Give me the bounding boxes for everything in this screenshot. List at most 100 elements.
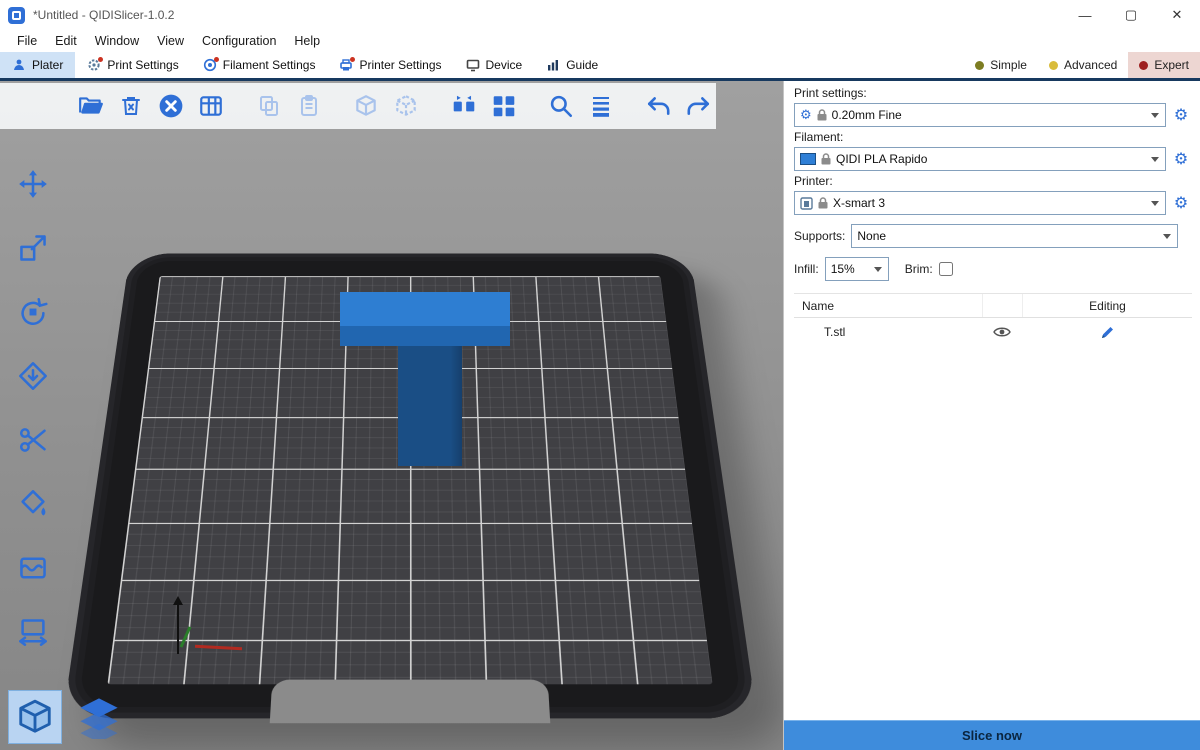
filament-color-swatch bbox=[800, 153, 816, 165]
toolbar-separator bbox=[331, 106, 344, 107]
place-on-face-icon bbox=[18, 361, 48, 391]
open-folder-icon bbox=[78, 93, 104, 119]
menu-view[interactable]: View bbox=[148, 34, 193, 48]
print-settings-combo[interactable]: ⚙ 0.20mm Fine bbox=[794, 103, 1166, 127]
object-list: Name Editing T.stl bbox=[794, 293, 1192, 714]
toolbar-separator bbox=[429, 106, 442, 107]
toolbar-separator bbox=[526, 106, 539, 107]
dropdown-caret-icon bbox=[1151, 113, 1159, 122]
supports-label: Supports: bbox=[794, 229, 845, 243]
import-file-button[interactable] bbox=[74, 87, 109, 125]
menu-file[interactable]: File bbox=[8, 34, 46, 48]
modified-dot-icon bbox=[214, 57, 219, 62]
remove-instance-button[interactable] bbox=[389, 87, 424, 125]
supports-value: None bbox=[857, 229, 886, 243]
tab-label: Device bbox=[486, 58, 523, 72]
search-button[interactable] bbox=[544, 87, 579, 125]
tab-label: Printer Settings bbox=[359, 58, 441, 72]
window-title: *Untitled - QIDISlicer-1.0.2 bbox=[33, 8, 174, 22]
tab-printer-settings[interactable]: Printer Settings bbox=[327, 52, 453, 78]
printer-combo[interactable]: X-smart 3 bbox=[794, 191, 1166, 215]
minimize-button[interactable]: — bbox=[1062, 0, 1108, 30]
object-list-header: Name Editing bbox=[794, 294, 1192, 318]
scissors-icon bbox=[18, 425, 48, 455]
viewport-3d[interactable] bbox=[0, 81, 784, 750]
menu-help[interactable]: Help bbox=[285, 34, 329, 48]
menu-edit[interactable]: Edit bbox=[46, 34, 86, 48]
scale-tool-button[interactable] bbox=[8, 225, 58, 270]
mode-advanced[interactable]: Advanced bbox=[1038, 52, 1128, 78]
infill-value: 15% bbox=[831, 262, 855, 276]
add-instance-cube-icon bbox=[353, 93, 379, 119]
tab-plater[interactable]: Plater bbox=[0, 52, 75, 78]
edit-filament-button[interactable]: ⚙ bbox=[1170, 151, 1192, 167]
undo-button[interactable] bbox=[641, 87, 676, 125]
tab-label: Guide bbox=[566, 58, 598, 72]
copy-button[interactable] bbox=[251, 87, 286, 125]
add-instance-button[interactable] bbox=[349, 87, 384, 125]
supports-combo[interactable]: None bbox=[851, 224, 1178, 248]
mode-simple[interactable]: Simple bbox=[964, 52, 1038, 78]
brim-label: Brim: bbox=[905, 262, 933, 276]
tab-print-settings[interactable]: Print Settings bbox=[75, 52, 190, 78]
move-tool-button[interactable] bbox=[8, 161, 58, 206]
simple-mode-dot-icon bbox=[975, 61, 984, 70]
tab-guide[interactable]: Guide bbox=[534, 52, 610, 78]
delete-all-button[interactable] bbox=[154, 87, 189, 125]
visibility-toggle[interactable] bbox=[982, 318, 1022, 346]
object-editing-button[interactable] bbox=[1022, 318, 1192, 346]
place-on-face-tool-button[interactable] bbox=[8, 353, 58, 398]
dropdown-caret-icon bbox=[874, 267, 882, 276]
delete-object-button[interactable] bbox=[114, 87, 149, 125]
mode-label: Simple bbox=[990, 58, 1027, 72]
model-t-top-face[interactable] bbox=[340, 292, 510, 326]
paste-button[interactable] bbox=[291, 87, 326, 125]
plater-icon bbox=[12, 58, 26, 72]
column-header-editing: Editing bbox=[1022, 294, 1192, 317]
menu-configuration[interactable]: Configuration bbox=[193, 34, 285, 48]
cube-view-icon bbox=[16, 698, 54, 736]
cut-tool-button[interactable] bbox=[8, 417, 58, 462]
rotate-tool-button[interactable] bbox=[8, 289, 58, 334]
close-button[interactable]: ✕ bbox=[1154, 0, 1200, 30]
arrange-grid-icon bbox=[198, 93, 224, 119]
menu-bar: File Edit Window View Configuration Help bbox=[0, 30, 1200, 52]
printer-small-icon bbox=[800, 197, 813, 210]
eye-icon bbox=[993, 326, 1011, 338]
model-t-front-face[interactable] bbox=[340, 326, 510, 346]
model-t-stem[interactable] bbox=[398, 346, 462, 466]
arrange-button[interactable] bbox=[194, 87, 229, 125]
paint-supports-tool-button[interactable] bbox=[8, 481, 58, 526]
mode-expert[interactable]: Expert bbox=[1128, 52, 1200, 78]
split-to-objects-button[interactable] bbox=[446, 87, 481, 125]
mode-label: Expert bbox=[1154, 58, 1189, 72]
edit-print-settings-button[interactable]: ⚙ bbox=[1170, 107, 1192, 123]
title-bar: *Untitled - QIDISlicer-1.0.2 — ▢ ✕ bbox=[0, 0, 1200, 30]
object-name: T.stl bbox=[794, 325, 982, 339]
advanced-mode-dot-icon bbox=[1049, 61, 1058, 70]
undo-arrow-icon bbox=[646, 93, 672, 119]
preset-gear-icon: ⚙ bbox=[800, 109, 812, 122]
split-to-parts-button[interactable] bbox=[486, 87, 521, 125]
filament-combo[interactable]: QIDI PLA Rapido bbox=[794, 147, 1166, 171]
slice-now-button[interactable]: Slice now bbox=[784, 720, 1200, 750]
dropdown-caret-icon bbox=[1163, 234, 1171, 243]
toolbar-separator bbox=[624, 106, 637, 107]
infill-combo[interactable]: 15% bbox=[825, 257, 889, 281]
measure-tool-button[interactable] bbox=[8, 609, 58, 654]
bed-front-notch bbox=[270, 680, 551, 724]
object-row-t-stl[interactable]: T.stl bbox=[794, 318, 1192, 346]
variable-layer-height-button[interactable] bbox=[584, 87, 619, 125]
view-layers-button[interactable] bbox=[72, 690, 126, 744]
seam-tool-button[interactable] bbox=[8, 545, 58, 590]
brim-checkbox[interactable] bbox=[939, 262, 953, 276]
tab-filament-settings[interactable]: Filament Settings bbox=[191, 52, 328, 78]
tab-device[interactable]: Device bbox=[454, 52, 535, 78]
layer-height-icon bbox=[589, 94, 613, 118]
seam-icon bbox=[18, 553, 48, 583]
redo-button[interactable] bbox=[681, 87, 716, 125]
edit-printer-button[interactable]: ⚙ bbox=[1170, 195, 1192, 211]
maximize-button[interactable]: ▢ bbox=[1108, 0, 1154, 30]
menu-window[interactable]: Window bbox=[86, 34, 148, 48]
view-3d-button[interactable] bbox=[8, 690, 62, 744]
